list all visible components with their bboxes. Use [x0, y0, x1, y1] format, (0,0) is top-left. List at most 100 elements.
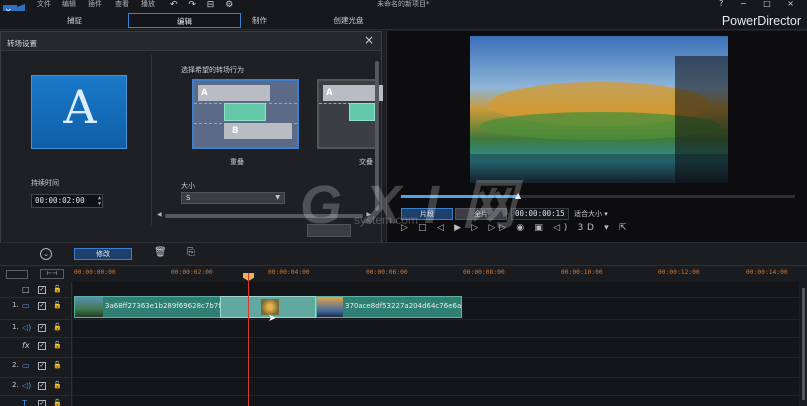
menu-edit[interactable]: 编辑 [62, 0, 76, 9]
track-header: 1. ▭ ✓ 🔓 [0, 298, 72, 320]
timeline-scrollbar[interactable] [800, 282, 807, 406]
track-icon: □ [22, 285, 30, 294]
track-header: 2. ▭ ✓ 🔓 [0, 358, 72, 378]
track-enable-checkbox[interactable]: ✓ [38, 382, 46, 390]
track-enable-checkbox[interactable]: ✓ [38, 400, 46, 406]
lock-icon[interactable]: 🔓 [53, 285, 62, 293]
clip-thumbnail [317, 297, 343, 317]
audio-track-icon: ◁) [22, 381, 32, 390]
behavior-card-cross[interactable]: A [317, 79, 383, 149]
menu-bar: ✕ 文件 编辑 插件 查看 播放 ↶ ↷ ⊟ ⚙ 未命名的新项目* ? − □ … [0, 0, 807, 16]
track-enable-checkbox[interactable]: ✓ [38, 302, 46, 310]
size-select[interactable]: S ▼ [181, 192, 285, 204]
track-header: 2. ◁) ✓ 🔓 [0, 378, 72, 396]
track-number: 1. [12, 323, 19, 331]
duration-label: 持续时间 [31, 179, 59, 187]
clip-name: 3a68ff27363e1b289f69628c7b7f6 [105, 302, 226, 310]
lock-icon[interactable]: 🔓 [53, 341, 62, 349]
duration-value: 00:00:02:00 [35, 196, 85, 205]
clip-name: 370ace8df53227a204d64c76e6ab [345, 302, 462, 310]
title-track-icon: T [22, 399, 27, 406]
transition-preview: A [31, 75, 127, 149]
dialog-title: 转场设置 [7, 39, 37, 48]
scroll-thumb[interactable] [802, 288, 805, 400]
timeline-toolbar: ⌄ 修改 🗑 ⎘ [0, 242, 807, 266]
ruler-tick: 00:00:06:00 [366, 269, 408, 276]
watermark: G X I 网 [300, 175, 521, 235]
ruler-tick: 00:00:10:00 [561, 269, 603, 276]
transition-bar [349, 103, 375, 121]
video-clip[interactable]: 370ace8df53227a204d64c76e6ab [316, 296, 462, 318]
scroll-left-icon[interactable]: ◀ [157, 211, 162, 218]
close-icon[interactable]: × [364, 33, 374, 47]
watermark-subtext: system.com [354, 213, 419, 227]
window-controls[interactable]: ? − □ × [719, 0, 801, 8]
ruler-tick: 00:00:04:00 [268, 269, 310, 276]
track-header: 1. ◁) ✓ 🔓 [0, 320, 72, 338]
mode-tab-bar: 捕捉 编辑 制作 创建光盘 PowerDirector [0, 11, 807, 30]
video-track-icon: ▭ [22, 361, 30, 370]
lock-icon[interactable]: 🔓 [53, 323, 62, 331]
track-enable-checkbox[interactable]: ✓ [38, 342, 46, 350]
ruler-tick: 00:00:00:00 [74, 269, 116, 276]
trash-icon[interactable]: 🗑 [154, 247, 167, 258]
fx-track-icon: fx [22, 341, 30, 350]
menu-file[interactable]: 文件 [37, 0, 51, 9]
behavior-card-overlap[interactable]: A B [192, 79, 299, 149]
clip-thumbnail [75, 297, 103, 317]
track-lane[interactable] [73, 358, 799, 378]
project-title: 未命名的新项目* [377, 0, 430, 8]
ruler-tick: 00:00:08:00 [463, 269, 505, 276]
divider [151, 55, 152, 225]
track-number: 2. [12, 361, 19, 369]
lock-icon[interactable]: 🔓 [53, 399, 62, 406]
modify-button[interactable]: 修改 [74, 248, 132, 260]
clip-a-bar: A [198, 85, 270, 101]
menu-view[interactable]: 查看 [115, 0, 129, 9]
ruler-tick: 00:00:02:00 [171, 269, 213, 276]
mouse-cursor-icon: ➤ [268, 313, 277, 324]
track-lane[interactable] [73, 320, 799, 338]
timeline-tracks[interactable]: 3a68ff27363e1b289f69628c7b7f6 370ace8df5… [73, 282, 799, 406]
lock-icon[interactable]: 🔓 [53, 381, 62, 389]
chevron-down-icon[interactable]: ⌄ [40, 248, 52, 260]
spinner-icon[interactable]: ▲ ▼ [98, 195, 101, 207]
track-number: 2. [12, 381, 19, 389]
track-manager-button[interactable] [6, 270, 28, 279]
video-track-icon: ▭ [22, 301, 30, 310]
size-value: S [186, 194, 191, 202]
track-headers: □ ✓ 🔓 1. ▭ ✓ 🔓 1. ◁) ✓ 🔓 fx ✓ 🔓 2. ▭ ✓ 🔓… [0, 282, 72, 406]
ruler-tick: 00:00:12:00 [658, 269, 700, 276]
timeline-ruler[interactable]: 00:00:00:00 00:00:02:00 00:00:04:00 00:0… [72, 267, 807, 281]
preview-letter: A [63, 80, 97, 134]
ruler-tick: 00:00:14:00 [746, 269, 788, 276]
track-enable-checkbox[interactable]: ✓ [38, 362, 46, 370]
lock-icon[interactable]: 🔓 [53, 361, 62, 369]
lock-icon[interactable]: 🔓 [53, 301, 62, 309]
playhead-line [248, 273, 249, 406]
behavior-label: 选择希望的转场行为 [181, 66, 244, 74]
track-enable-checkbox[interactable]: ✓ [38, 286, 46, 294]
tab-capture[interactable]: 捕捉 [18, 13, 131, 28]
track-header: fx ✓ 🔓 [0, 338, 72, 358]
menu-plugins[interactable]: 插件 [88, 0, 102, 9]
track-enable-checkbox[interactable]: ✓ [38, 324, 46, 332]
duration-input[interactable]: 00:00:02:00 ▲ ▼ [31, 194, 103, 208]
fit-size-select[interactable]: 适合大小 ▾ [574, 208, 620, 220]
size-label: 大小 [181, 182, 195, 190]
audio-track-icon: ◁) [22, 323, 32, 332]
caption-overlap: 重叠 [230, 158, 244, 166]
undo-redo-icons[interactable]: ↶ ↷ ⊟ ⚙ [170, 0, 237, 10]
transition-bar [224, 103, 266, 121]
track-number: 1. [12, 301, 19, 309]
insert-icon[interactable]: ⎘ [187, 247, 195, 258]
menu-playback[interactable]: 播放 [141, 0, 155, 9]
chevron-down-icon: ▼ [275, 194, 280, 201]
brand-name: PowerDirector [721, 14, 801, 28]
track-lane[interactable] [73, 378, 799, 396]
fit-timeline-button[interactable]: ⊢⊣ [40, 269, 64, 279]
track-lane[interactable] [73, 338, 799, 358]
track-header: T ✓ 🔓 [0, 396, 72, 406]
clip-b-bar: B [224, 123, 292, 139]
tab-create-disc[interactable]: 创建光盘 [292, 13, 405, 28]
